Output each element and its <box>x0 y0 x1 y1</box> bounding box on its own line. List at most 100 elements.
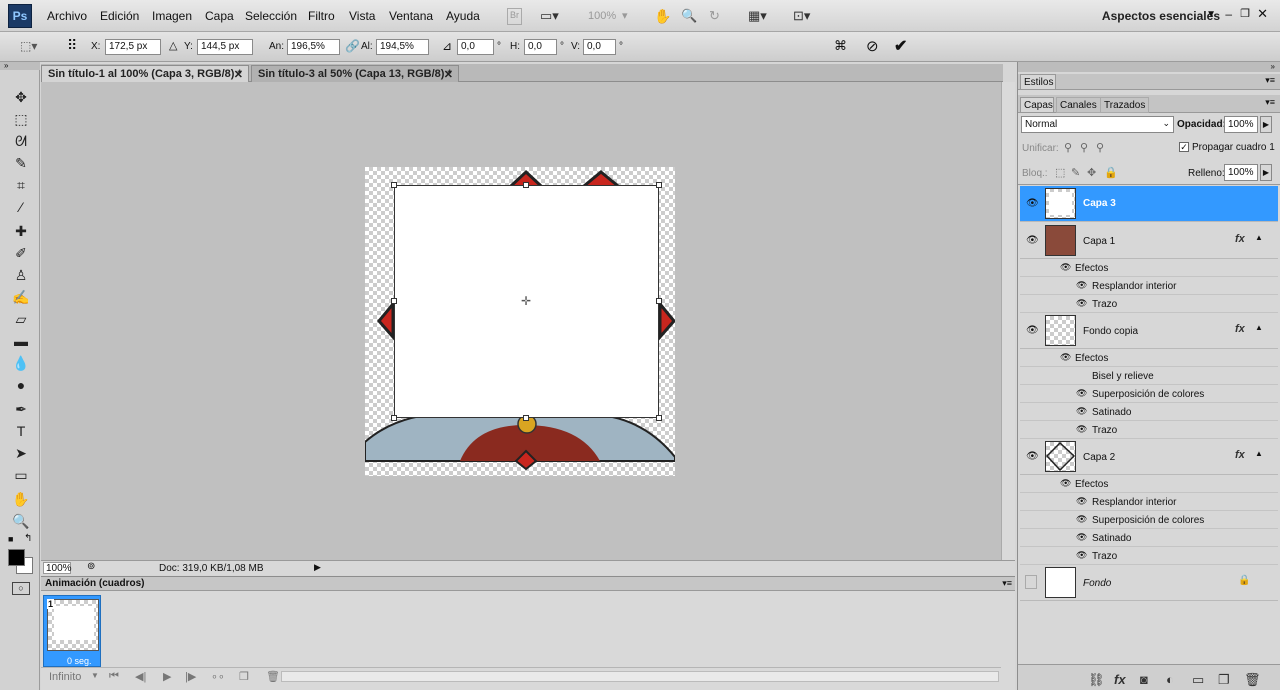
collapse-effects-icon[interactable]: ▲ <box>1255 233 1263 242</box>
fill-input[interactable]: 100% <box>1224 164 1258 181</box>
rotate-input[interactable]: 0,0 <box>457 39 494 55</box>
animation-tab[interactable]: Animación (cuadros) <box>45 578 144 589</box>
lock-transparency-icon[interactable]: ⬚ <box>1055 166 1065 179</box>
animation-frame[interactable]: 1 0 seg. <box>43 595 101 667</box>
close-tab-icon[interactable]: ✕ <box>234 68 243 81</box>
tools-collapse-icon[interactable]: » <box>0 62 40 70</box>
workspace-select[interactable]: Aspectos esenciales <box>1102 9 1220 23</box>
move-tool-preset-icon[interactable]: ⬚▾ <box>20 39 37 53</box>
zoom-level-select[interactable]: 100% <box>588 10 616 27</box>
close-tab-icon[interactable]: ✕ <box>444 68 453 81</box>
warp-mode-icon[interactable]: ⌘ <box>834 38 847 54</box>
play-icon[interactable]: ▶ <box>163 670 171 683</box>
history-brush-tool-icon[interactable]: ✍ <box>12 288 30 306</box>
first-frame-icon[interactable]: ⏮ <box>109 670 119 683</box>
eye-icon[interactable]: 👁 <box>1076 496 1087 507</box>
tab-trazados[interactable]: Trazados <box>1100 97 1150 113</box>
eye-icon[interactable]: 👁 <box>1026 451 1039 462</box>
link-layers-icon[interactable]: ⛓ <box>1088 672 1105 688</box>
tab-sin-titulo-3[interactable]: Sin título-3 al 50% (Capa 13, RGB/8) * ✕ <box>251 65 459 82</box>
marquee-tool-icon[interactable]: ⬚ <box>12 110 30 128</box>
frames-scrollbar[interactable] <box>281 671 999 682</box>
lock-position-icon[interactable]: ✥ <box>1087 166 1096 179</box>
menu-ventana[interactable]: Ventana <box>389 9 433 23</box>
relative-position-icon[interactable]: △ <box>169 39 177 52</box>
default-colors-icon[interactable]: ■ <box>8 534 13 544</box>
transform-handle-e[interactable] <box>656 298 662 304</box>
blur-tool-icon[interactable]: 💧 <box>12 354 30 372</box>
eye-icon[interactable]: 👁 <box>1076 280 1087 291</box>
unify-visibility-icon[interactable]: ⚲ <box>1080 141 1088 154</box>
height-scale-input[interactable]: 194,5% <box>376 39 429 55</box>
status-menu-arrow-icon[interactable]: ▶ <box>314 562 321 573</box>
eye-icon[interactable]: 👁 <box>1026 235 1039 246</box>
fx-icon[interactable]: fx <box>1235 323 1245 335</box>
effect-row[interactable]: 👁 Trazo <box>1020 421 1278 439</box>
document-canvas[interactable]: ✛ <box>365 167 675 476</box>
menu-edicion[interactable]: Edición <box>100 9 139 23</box>
eye-icon[interactable]: 👁 <box>1076 298 1087 309</box>
effect-row[interactable]: 👁 Superposición de colores <box>1020 511 1278 529</box>
eye-icon[interactable]: 👁 <box>1026 325 1039 336</box>
arrange-documents-icon[interactable]: ▦▾ <box>748 8 767 25</box>
pen-tool-icon[interactable]: ✒ <box>12 400 30 418</box>
vertical-scrollbar[interactable] <box>1001 82 1015 560</box>
eye-icon[interactable]: 👁 <box>1026 198 1039 209</box>
status-options-icon[interactable]: ⊚ <box>87 561 95 572</box>
effects-row[interactable]: 👁 Efectos <box>1020 349 1278 367</box>
transform-handle-se[interactable] <box>656 415 662 421</box>
healing-brush-tool-icon[interactable]: ✚ <box>12 222 30 240</box>
screen-mode-select-icon[interactable]: ⊡▾ <box>793 8 810 25</box>
effect-row[interactable]: 👁 Resplandor interior <box>1020 493 1278 511</box>
menu-filtro[interactable]: Filtro <box>308 9 335 23</box>
styles-menu-icon[interactable]: ▾≡ <box>1265 75 1275 86</box>
zoom-tool-icon[interactable]: 🔍 <box>681 8 697 25</box>
tab-canales[interactable]: Canales <box>1056 97 1101 113</box>
eye-icon[interactable]: 👁 <box>1076 550 1087 561</box>
collapse-effects-icon[interactable]: ▲ <box>1255 449 1263 458</box>
rotate-view-icon[interactable]: ↻ <box>709 8 720 25</box>
tab-sin-titulo-1[interactable]: Sin título-1 al 100% (Capa 3, RGB/8) * ✕ <box>41 65 249 82</box>
eye-icon[interactable]: 👁 <box>1060 352 1071 363</box>
menu-capa[interactable]: Capa <box>205 9 234 23</box>
move-tool-icon[interactable]: ✥ <box>12 88 30 106</box>
add-style-icon[interactable]: fx <box>1114 672 1126 687</box>
swap-colors-icon[interactable]: ↰ <box>24 533 32 544</box>
fx-icon[interactable]: fx <box>1235 233 1245 245</box>
dock-collapse-icon[interactable]: » <box>1018 62 1280 72</box>
delete-frame-icon[interactable]: 🗑 <box>266 670 280 683</box>
layer-capa-1[interactable]: 👁 Capa 1 fx ▲ <box>1020 223 1278 259</box>
adjustment-layer-icon[interactable]: ◐ <box>1166 672 1174 687</box>
collapse-effects-icon[interactable]: ▲ <box>1255 323 1263 332</box>
new-layer-icon[interactable]: ❐ <box>1218 672 1230 688</box>
tween-icon[interactable]: ∘∘ <box>211 670 225 683</box>
tab-capas[interactable]: Capas <box>1020 97 1054 113</box>
commit-transform-icon[interactable]: ✔ <box>894 36 907 56</box>
layer-name[interactable]: Fondo <box>1083 578 1111 589</box>
transform-handle-w[interactable] <box>391 298 397 304</box>
effect-row[interactable]: 👁 Satinado <box>1020 403 1278 421</box>
menu-archivo[interactable]: Archivo <box>47 9 87 23</box>
eyedropper-tool-icon[interactable]: ⁄ <box>12 198 30 216</box>
effect-row[interactable]: 👁 Superposición de colores <box>1020 385 1278 403</box>
opacity-slider-icon[interactable]: ▶ <box>1260 116 1272 133</box>
shape-tool-icon[interactable]: ▭ <box>12 466 30 484</box>
effect-row[interactable]: 👁 Trazo <box>1020 547 1278 565</box>
menu-imagen[interactable]: Imagen <box>152 9 192 23</box>
vskew-input[interactable]: 0,0 <box>583 39 616 55</box>
menu-vista[interactable]: Vista <box>349 9 375 23</box>
layer-fondo[interactable]: Fondo 🔒 <box>1020 565 1278 601</box>
transform-handle-ne[interactable] <box>656 182 662 188</box>
eye-icon[interactable]: 👁 <box>1076 406 1087 417</box>
minimize-icon[interactable]: – <box>1225 7 1232 21</box>
effect-row[interactable]: 👁 Satinado <box>1020 529 1278 547</box>
gradient-tool-icon[interactable]: ▬ <box>12 332 30 350</box>
delete-layer-icon[interactable]: 🗑 <box>1244 672 1261 688</box>
screen-mode-icon[interactable]: ▭▾ <box>540 8 559 25</box>
menu-ayuda[interactable]: Ayuda <box>446 9 480 23</box>
crop-tool-icon[interactable]: ⌗ <box>12 176 30 194</box>
blend-mode-select[interactable]: Normal ⌄ <box>1021 116 1174 133</box>
visibility-toggle[interactable] <box>1025 575 1037 589</box>
zoom-tool-icon[interactable]: 🔍 <box>12 512 30 530</box>
transform-handle-sw[interactable] <box>391 415 397 421</box>
